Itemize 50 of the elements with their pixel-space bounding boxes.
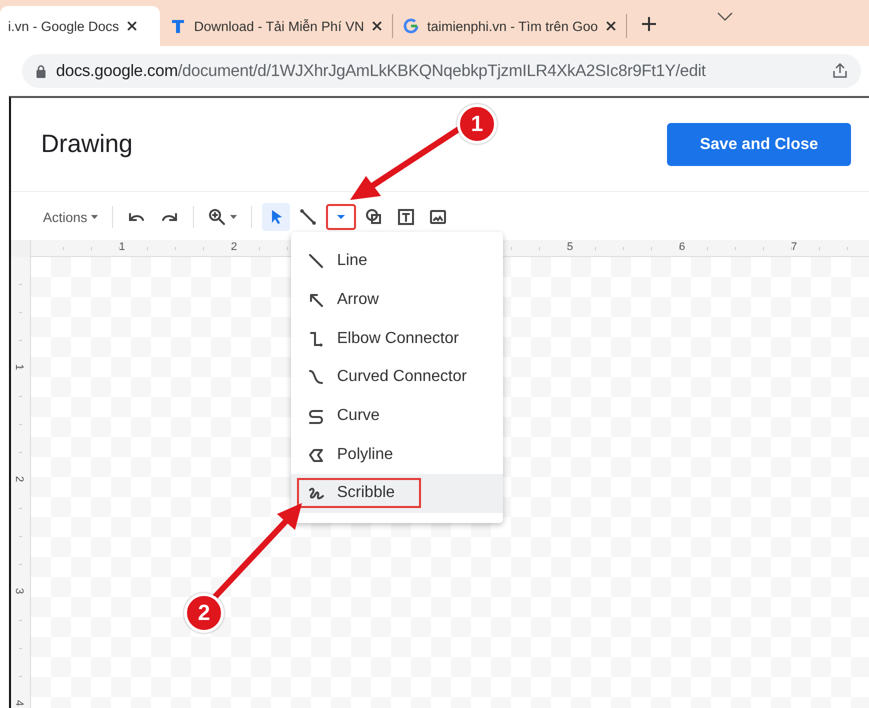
ruler-number: 1 bbox=[119, 241, 126, 253]
curve-line-icon bbox=[307, 407, 325, 426]
letter-logo-icon bbox=[170, 18, 186, 34]
callout-number: 1 bbox=[457, 104, 497, 144]
menu-item[interactable]: Curve bbox=[291, 396, 503, 436]
ruler-number: 2 bbox=[13, 476, 26, 482]
close-icon[interactable] bbox=[127, 21, 138, 31]
curved-line-icon bbox=[307, 368, 325, 386]
redo-icon bbox=[161, 212, 178, 222]
g-logo-icon bbox=[403, 18, 420, 34]
line-line-icon bbox=[307, 252, 325, 270]
menu-item[interactable]: Scribble bbox=[291, 474, 503, 513]
menu-item[interactable]: Line bbox=[291, 242, 503, 281]
chevron-down-icon[interactable] bbox=[716, 12, 733, 22]
ruler-number: 1 bbox=[13, 364, 26, 370]
menu-item[interactable]: Elbow Connector bbox=[291, 319, 503, 358]
close-icon[interactable] bbox=[606, 21, 616, 31]
image-icon bbox=[428, 207, 448, 227]
line-type-dropdown[interactable] bbox=[326, 204, 356, 230]
address-bar[interactable]: docs.google.com/document/d/1WJXhrJgAmLkKBKQNqebkpTjzmILR4XkA2SIc8r9Ft1Y/edit bbox=[22, 54, 861, 88]
text-box-icon bbox=[396, 207, 416, 227]
ruler-number: 6 bbox=[679, 241, 686, 253]
ruler-number: 3 bbox=[13, 588, 26, 594]
new-tab-icon[interactable] bbox=[640, 16, 657, 32]
browser-tab[interactable]: Download - Tải Miễn Phí VN bbox=[160, 14, 394, 38]
menu-item[interactable]: Curved Connector bbox=[291, 358, 503, 397]
undo-icon bbox=[129, 212, 146, 222]
zoom-icon bbox=[208, 208, 226, 226]
menu-item[interactable]: Arrow bbox=[291, 280, 503, 320]
ruler-number: 5 bbox=[567, 241, 574, 253]
elbow-line-icon bbox=[307, 330, 325, 348]
ruler-number: 4 bbox=[13, 700, 26, 706]
ruler-number: 2 bbox=[231, 241, 238, 253]
caret-icon bbox=[230, 215, 238, 219]
close-icon[interactable] bbox=[372, 21, 382, 31]
dialog-title: Drawing bbox=[41, 130, 133, 159]
menu-item[interactable]: Polyline bbox=[291, 435, 503, 474]
ruler-number: 7 bbox=[791, 241, 798, 253]
share-icon[interactable] bbox=[831, 62, 849, 80]
save-and-close-button[interactable]: Save and Close bbox=[667, 123, 851, 166]
lock-icon bbox=[36, 64, 46, 78]
line-icon bbox=[298, 207, 318, 227]
caret-icon bbox=[336, 214, 346, 220]
arrow-line-icon bbox=[307, 291, 325, 310]
browser-tab[interactable]: i.vn - Google Docs bbox=[0, 6, 160, 46]
browser-tab[interactable]: taimienphi.vn - Tìm trên Goo bbox=[393, 14, 627, 38]
pointer-arrow-tool[interactable] bbox=[262, 203, 290, 231]
url-text: docs.google.com/document/d/1WJXhrJgAmLkKBKQNqebkpTjzmILR4XkA2SIc8r9Ft1Y/edit bbox=[56, 62, 707, 80]
actions-menu[interactable]: Actions bbox=[39, 206, 102, 228]
caret-icon bbox=[91, 215, 98, 219]
